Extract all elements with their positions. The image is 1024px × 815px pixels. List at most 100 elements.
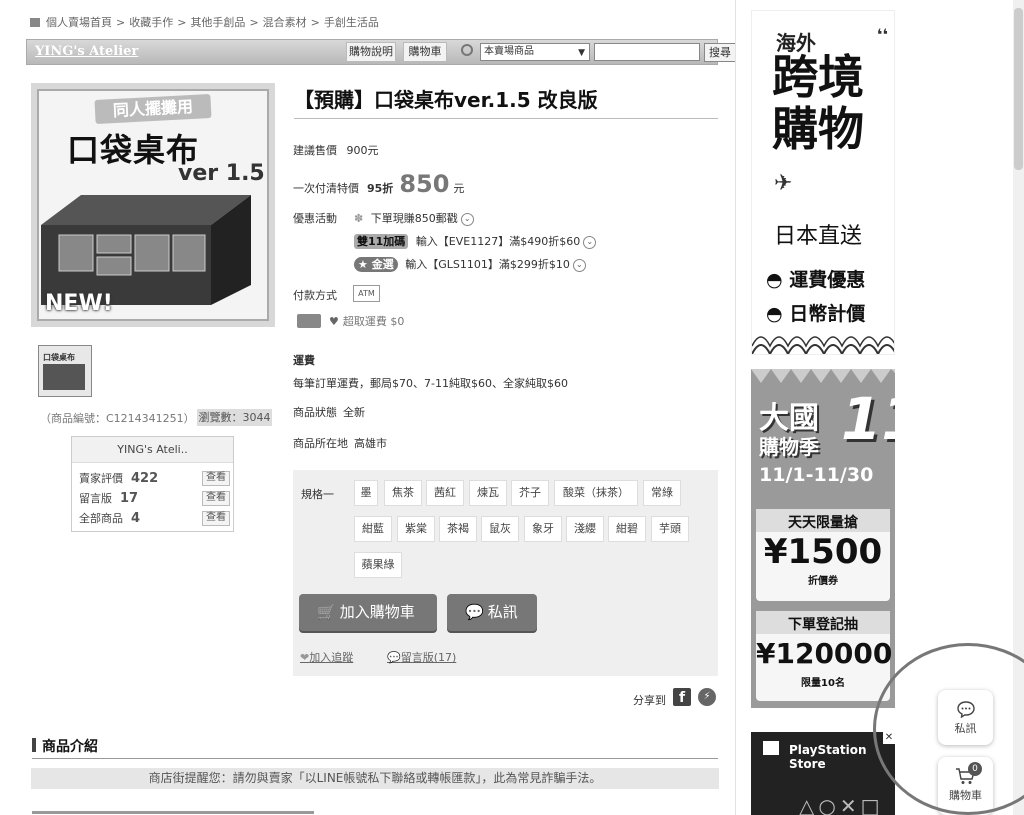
seller-name[interactable]: YING's Ateli.. — [72, 437, 233, 463]
suggest-price-row: 建議售價 900元 — [293, 142, 379, 158]
shipping-label: 運費 — [293, 354, 315, 367]
seller-row-value: 4 — [131, 511, 141, 526]
section-head: 天天限量搶 — [756, 509, 890, 532]
divider — [294, 118, 718, 119]
spec-option[interactable]: 鼠灰 — [481, 516, 519, 542]
divider — [32, 811, 314, 814]
spec-option[interactable]: 酸菜（抹茶） — [554, 480, 638, 506]
heart-icon: ♥ — [329, 314, 339, 328]
shopping-guide-button[interactable]: 購物說明 — [346, 42, 396, 62]
table-illustration — [41, 195, 251, 305]
board-label: 留言版(17) — [400, 651, 457, 664]
price-unit: 元 — [453, 182, 465, 195]
search-button[interactable]: 搜尋 — [704, 43, 736, 62]
playstation-ad[interactable]: PlayStation Store ✕ △○✕□ — [751, 732, 895, 815]
seller-row-label: 全部商品 — [79, 512, 123, 525]
fan-icon: ◓ — [766, 303, 783, 325]
ad-big-text: 跨境 購物 — [772, 51, 864, 155]
spec-option[interactable]: 紺藍 — [354, 516, 392, 542]
breadcrumb-item[interactable]: 手創生活品 — [324, 14, 379, 30]
message-label: 私訊 — [487, 603, 518, 621]
search-input[interactable] — [594, 43, 700, 61]
spec-label: 規格一 — [301, 488, 334, 501]
search-scope-select[interactable]: 本賣場商品 ▼ — [480, 43, 590, 61]
product-thumbnail[interactable]: 口袋桌布 — [38, 345, 92, 397]
ad-line-1: ◓ 運費優惠 — [766, 265, 865, 292]
spec-option[interactable]: 紺碧 — [608, 516, 646, 542]
spec-option[interactable]: 煉瓦 — [469, 480, 507, 506]
promo-badge: ★ 金選 — [354, 257, 398, 272]
section-value: ¥1500 — [763, 532, 883, 572]
spec-option[interactable]: 常綠 — [643, 480, 681, 506]
spec-option[interactable]: 茜紅 — [426, 480, 464, 506]
discount: 95折 — [367, 182, 394, 195]
view-products-button[interactable]: 查看 — [202, 511, 230, 526]
location: 高雄市 — [354, 437, 387, 450]
condition-row: 商品狀態 全新 — [293, 404, 365, 420]
cross-border-ad[interactable]: 海外 ❛❛ 跨境 購物 ✈ 日本直送 ◓ 運費優惠 ◓ 日幣計價 — [751, 10, 895, 355]
chat-icon: 💬 — [465, 603, 484, 621]
plane-icon: ✈ — [774, 171, 793, 196]
shopping-festival-ad[interactable]: 大國 購物季 11 11/1-11/30 天天限量搶 ¥1500 折價券 下單登… — [751, 369, 895, 708]
breadcrumb-home[interactable]: 個人賣場首頁 — [46, 14, 112, 30]
board-link[interactable]: 💬留言版(17) — [387, 649, 456, 665]
spec-option[interactable]: 紫棠 — [397, 516, 435, 542]
view-count: 瀏覽數：3044 — [197, 409, 272, 426]
breadcrumb-item[interactable]: 收藏手作 — [129, 14, 173, 30]
breadcrumb-sep: > — [249, 15, 259, 29]
product-title: 【預購】口袋桌布ver.1.5 改良版 — [294, 88, 598, 112]
breadcrumb-sep: > — [177, 15, 187, 29]
spec-option[interactable]: 焦茶 — [384, 480, 422, 506]
ad-jp-text: 日本直送 — [774, 224, 863, 249]
breadcrumb: 個人賣場首頁 > 收藏手作 > 其他手創品 > 混合素材 > 手創生活品 — [30, 14, 379, 30]
stamp-icon: ✽ — [354, 212, 364, 225]
fraud-warning: 商店街提醒您：請勿與賣家「以LINE帳號私下聯絡或轉帳匯款」，此為常見詐騙手法。 — [31, 768, 719, 789]
coupon-section-2: 下單登記抽 ¥120000 限量10名 — [756, 611, 893, 701]
spec-option[interactable]: 茶褐 — [439, 516, 477, 542]
section-sub: 折價券 — [808, 576, 838, 587]
promo-row-3[interactable]: ★ 金選 輸入【GLS1101】滿$299折$10 ⌄ — [354, 256, 586, 272]
facebook-icon[interactable]: f — [673, 688, 691, 706]
spec-option[interactable]: 墨 — [354, 480, 378, 506]
view-board-button[interactable]: 查看 — [202, 491, 230, 506]
section-value: ¥120000 — [756, 637, 893, 670]
spec-option[interactable]: 芋頭 — [651, 516, 689, 542]
spec-option[interactable]: 象牙 — [524, 516, 562, 542]
atm-badge: ATM — [353, 285, 380, 302]
cart-button[interactable]: 購物車 — [403, 42, 447, 62]
add-to-cart-label: 加入購物車 — [339, 603, 415, 621]
breadcrumb-item[interactable]: 混合素材 — [263, 14, 307, 30]
promo-text: 下單現賺850郵戳 — [370, 212, 458, 225]
store-name-link[interactable]: YING's Atelier — [35, 44, 138, 59]
promo-row-2[interactable]: 雙11加碼 輸入【EVE1127】滿$490折$60 ⌄ — [354, 233, 597, 249]
track-link[interactable]: ❤加入追蹤 — [300, 649, 353, 665]
chevron-down-icon: ⌄ — [583, 235, 597, 249]
cart-icon: 🛒 — [317, 603, 336, 621]
chevron-down-icon: ⌄ — [572, 258, 586, 272]
add-to-cart-button[interactable]: 🛒 加入購物車 — [299, 594, 437, 631]
annotation-circle — [873, 643, 1024, 815]
message-button[interactable]: 💬 私訊 — [447, 594, 537, 631]
messenger-icon[interactable]: ⚡ — [698, 688, 716, 706]
chevron-down-icon: ▼ — [578, 48, 585, 58]
playstation-symbols-icon: △○✕□ — [799, 794, 884, 815]
spec-box: 規格一 墨 焦茶 茜紅 煉瓦 芥子 酸菜（抹茶） 常綠 紺藍 紫棠 茶褐 鼠灰 … — [293, 470, 718, 676]
promo-row-1[interactable]: ✽ 下單現賺850郵戳 ⌄ — [354, 210, 474, 226]
spec-option[interactable]: 淺纓 — [566, 516, 604, 542]
share-label: 分享到 — [633, 694, 666, 707]
heart-icon: ❤ — [300, 651, 310, 664]
heading-bar — [32, 738, 36, 752]
view-rating-button[interactable]: 查看 — [202, 471, 230, 486]
ad-subtitle: 購物季 — [759, 435, 819, 459]
spec-option[interactable]: 蘋果綠 — [354, 552, 402, 578]
divider — [32, 758, 718, 759]
promo-badge-text: 金選 — [371, 258, 394, 271]
scrollbar-thumb[interactable] — [1014, 8, 1023, 170]
spec-option[interactable]: 芥子 — [511, 480, 549, 506]
location-row: 商品所在地 高雄市 — [293, 435, 387, 451]
search-scope-value: 本賣場商品 — [484, 46, 534, 57]
product-image[interactable]: 同人擺攤用 口袋桌布 ver 1.5 NEW! — [31, 83, 275, 327]
search-icon — [461, 44, 473, 56]
breadcrumb-item[interactable]: 其他手創品 — [190, 14, 245, 30]
ad-number: 11 — [841, 385, 895, 453]
